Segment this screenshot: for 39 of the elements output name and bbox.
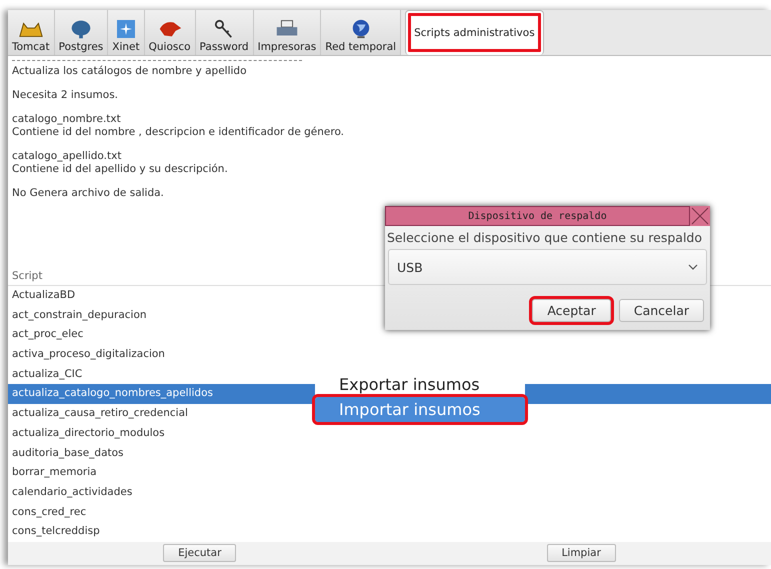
script-name[interactable]: ActualizaBD	[12, 289, 76, 301]
description-text: Contiene id del nombre , descripcion e identificador de género.	[12, 126, 346, 139]
script-name[interactable]: cons_telcreddisp	[12, 525, 100, 538]
script-name[interactable]: borrar_memoria	[12, 466, 97, 478]
tab[interactable]: Quiosco	[144, 10, 196, 55]
action-button[interactable]: Ejecutar	[163, 544, 236, 562]
menu-item[interactable]: Exportar insumos	[315, 372, 525, 397]
tab[interactable]: Xinet	[108, 10, 145, 55]
description-text: No Genera archivo de salida.	[12, 187, 165, 200]
device-dropdown[interactable]: USB	[388, 249, 707, 285]
dialog-button[interactable]: Cancelar	[618, 299, 704, 322]
description-text: Necesita 2 insumos.	[12, 89, 119, 102]
dialog-button[interactable]: Aceptar	[532, 299, 611, 322]
tab[interactable]: Scripts administrativos	[405, 10, 544, 55]
script-name[interactable]: actualiza_CIC	[12, 368, 82, 380]
script-name[interactable]: cons_cred_rec	[12, 506, 86, 518]
script-name[interactable]: activa_proceso_digitalizacion	[12, 348, 165, 360]
dialog-message: Seleccione el dispositivo que contiene su respaldo	[386, 229, 703, 247]
script-name[interactable]: act_constrain_depuracion	[12, 308, 147, 321]
tab[interactable]: Impresoras	[254, 10, 322, 55]
script-name[interactable]: actualiza_catalogo_nombres_apellidos	[12, 387, 213, 400]
menu-item[interactable]: Importar insumos	[315, 397, 525, 422]
script-name[interactable]: actualiza_directorio_modulos	[12, 426, 165, 439]
dialog-title: Dispositivo de respaldo	[385, 206, 690, 226]
tab[interactable]: Postgres	[54, 10, 108, 55]
script-name[interactable]: calendario_actividades	[12, 486, 132, 498]
description-text: Contiene id del apellido y su descripción.	[12, 163, 229, 176]
script-name[interactable]: act_proc_elec	[12, 328, 84, 340]
description-text: catalogo_apellido.txt	[12, 150, 122, 163]
tab[interactable]: Tomcat	[8, 10, 55, 55]
script-name[interactable]: actualiza_causa_retiro_credencial	[12, 407, 188, 420]
action-button[interactable]: Limpiar	[546, 544, 616, 562]
script-name[interactable]: auditoria_base_datos	[12, 446, 124, 458]
tab[interactable]: Password	[196, 10, 254, 55]
description-text: catalogo_nombre.txt	[12, 113, 122, 126]
tab[interactable]: Red temporal	[321, 10, 402, 55]
description-text: Actualiza los catálogos de nombre y apellido	[12, 65, 248, 78]
chevron-down-icon	[688, 264, 698, 270]
close-icon[interactable]	[690, 206, 710, 226]
